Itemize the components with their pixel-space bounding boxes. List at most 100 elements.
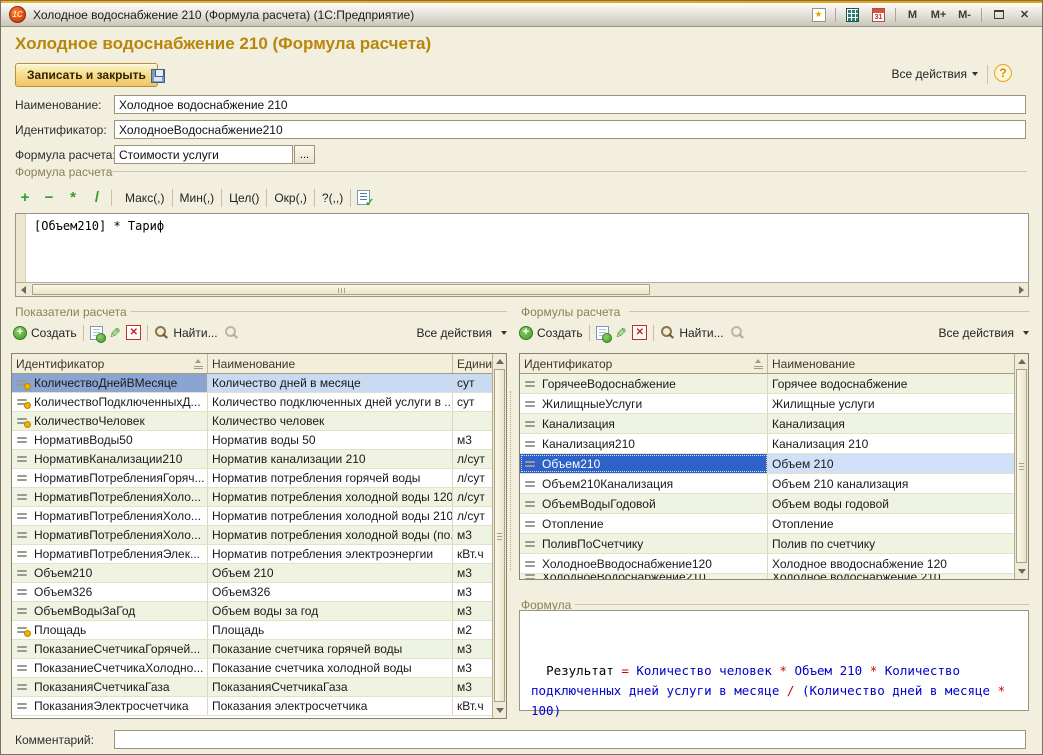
column-header-identifier[interactable]: Идентификатор xyxy=(520,354,768,373)
formula-type-input[interactable] xyxy=(114,145,293,164)
memory-m-button[interactable]: M xyxy=(903,6,922,24)
table-row[interactable]: Площадь Площадь м2 xyxy=(12,621,492,640)
find-button[interactable]: Найти... xyxy=(660,325,723,340)
panel-splitter[interactable] xyxy=(510,391,513,571)
name-input[interactable] xyxy=(114,95,1026,114)
scroll-down-arrow[interactable] xyxy=(493,704,506,717)
table-row[interactable]: Объем210 Объем 210 м3 xyxy=(12,564,492,583)
cell-name: Объем воды годовой xyxy=(768,494,1014,513)
function-button[interactable]: Цел() xyxy=(222,189,267,207)
column-header-unit[interactable]: Едини... xyxy=(453,354,492,373)
find-button[interactable]: Найти... xyxy=(154,325,217,340)
formula-type-more-button[interactable]: ... xyxy=(294,145,315,164)
scroll-left-arrow[interactable] xyxy=(16,283,30,296)
maximize-button[interactable] xyxy=(989,6,1008,24)
item-icon xyxy=(524,478,538,490)
calculator-button[interactable] xyxy=(843,6,862,24)
function-button[interactable]: ?(,,) xyxy=(315,189,351,207)
table-row[interactable]: НормативКанализации210 Норматив канализа… xyxy=(12,450,492,469)
table-row[interactable]: Объем210 Объем 210 xyxy=(520,454,1014,474)
edit-button[interactable]: ✎ xyxy=(615,326,627,340)
operator-button[interactable]: − xyxy=(41,189,57,206)
table-row[interactable]: ХолодноеВодоснабжение210 Холодное водосн… xyxy=(520,574,1014,579)
table-row[interactable]: Канализация Канализация xyxy=(520,414,1014,434)
table-row[interactable]: ЖилищныеУслуги Жилищные услуги xyxy=(520,394,1014,414)
function-button[interactable]: Мин(,) xyxy=(173,189,223,207)
formula-editor-text[interactable]: [Объем210] * Тариф xyxy=(34,219,164,233)
all-actions-button[interactable]: Все действия xyxy=(417,326,507,340)
table-row[interactable]: ПоказаниеСчетчикаХолодно... Показание сч… xyxy=(12,659,492,678)
scroll-thumb[interactable] xyxy=(494,369,505,702)
bookmark-button[interactable]: ★ xyxy=(809,6,828,24)
copy-button[interactable] xyxy=(90,326,103,340)
create-button[interactable]: +Создать xyxy=(13,326,77,340)
table-row[interactable]: ПоказаниеСчетчикаГорячей... Показание сч… xyxy=(12,640,492,659)
item-icon xyxy=(16,434,30,446)
table-row[interactable]: КоличествоЧеловек Количество человек xyxy=(12,412,492,431)
scroll-down-arrow[interactable] xyxy=(1015,565,1028,578)
table-row[interactable]: КоличествоДнейВМесяце Количество дней в … xyxy=(12,374,492,393)
column-header-name[interactable]: Наименование xyxy=(208,354,453,373)
save-button[interactable] xyxy=(147,65,169,86)
delete-button[interactable]: ✕ xyxy=(126,325,141,340)
table-row[interactable]: КоличествоПодключенныхД... Количество по… xyxy=(12,393,492,412)
scroll-up-arrow[interactable] xyxy=(493,355,506,368)
calendar-button[interactable]: 31 xyxy=(869,6,888,24)
table-row[interactable]: ПоливПоСчетчику Полив по счетчику xyxy=(520,534,1014,554)
comment-input[interactable] xyxy=(114,730,1026,749)
item-icon xyxy=(16,567,30,579)
operator-button[interactable]: * xyxy=(65,189,81,206)
table-row[interactable]: НормативПотребленияЭлек... Норматив потр… xyxy=(12,545,492,564)
create-button[interactable]: +Создать xyxy=(519,326,583,340)
table-row[interactable]: ХолодноеВводоснабжение120 Холодное вводо… xyxy=(520,554,1014,574)
identifier-input[interactable] xyxy=(114,120,1026,139)
operator-button[interactable]: + xyxy=(17,189,33,206)
find-label: Найти... xyxy=(173,326,217,340)
scroll-up-arrow[interactable] xyxy=(1015,355,1028,368)
table-row[interactable]: ОбъемВодыЗаГод Объем воды за год м3 xyxy=(12,602,492,621)
formula-editor[interactable]: [Объем210] * Тариф xyxy=(15,213,1029,297)
scroll-thumb[interactable] xyxy=(32,284,650,295)
identifier-text: Объем210Канализация xyxy=(542,477,673,491)
memory-m-plus-button[interactable]: M+ xyxy=(929,6,948,24)
operator-button[interactable]: / xyxy=(89,189,105,206)
table-row[interactable]: НормативВоды50 Норматив воды 50 м3 xyxy=(12,431,492,450)
table-row[interactable]: ПоказанияЭлектросчетчика Показания элект… xyxy=(12,697,492,716)
indicators-table-scrollbar[interactable] xyxy=(492,354,506,718)
cell-identifier: Канализация xyxy=(520,414,768,433)
delete-button[interactable]: ✕ xyxy=(632,325,647,340)
clear-find-button[interactable] xyxy=(224,325,239,340)
close-button[interactable]: ✕ xyxy=(1015,6,1034,24)
all-actions-button[interactable]: Все действия xyxy=(939,326,1029,340)
formulas-table-scrollbar[interactable] xyxy=(1014,354,1028,579)
table-row[interactable]: НормативПотребленияГоряч... Норматив пот… xyxy=(12,469,492,488)
help-button[interactable]: ? xyxy=(994,64,1012,82)
copy-button[interactable] xyxy=(596,326,609,340)
table-row[interactable]: НормативПотребленияХоло... Норматив потр… xyxy=(12,488,492,507)
edit-button[interactable]: ✎ xyxy=(109,326,121,340)
check-formula-button[interactable]: ✓ xyxy=(357,190,370,205)
cell-name: Количество подключенных дней услуги в ..… xyxy=(208,393,453,411)
table-row[interactable]: НормативПотребленияХоло... Норматив потр… xyxy=(12,507,492,526)
editor-horizontal-scrollbar[interactable] xyxy=(16,282,1028,296)
plus-icon: + xyxy=(13,326,27,340)
table-row[interactable]: НормативПотребленияХоло... Норматив потр… xyxy=(12,526,492,545)
table-row[interactable]: Канализация210 Канализация 210 xyxy=(520,434,1014,454)
scroll-track[interactable] xyxy=(30,283,1014,296)
table-row[interactable]: Отопление Отопление xyxy=(520,514,1014,534)
memory-m-minus-button[interactable]: M- xyxy=(955,6,974,24)
function-button[interactable]: Окр(,) xyxy=(267,189,315,207)
all-actions-button[interactable]: Все действия xyxy=(892,67,978,81)
clear-find-button[interactable] xyxy=(730,325,745,340)
table-row[interactable]: ПоказанияСчетчикаГаза ПоказанияСчетчикаГ… xyxy=(12,678,492,697)
scroll-thumb[interactable] xyxy=(1016,369,1027,563)
column-header-name[interactable]: Наименование xyxy=(768,354,1014,373)
scroll-right-arrow[interactable] xyxy=(1014,283,1028,296)
table-row[interactable]: ГорячееВодоснабжение Горячее водоснабжен… xyxy=(520,374,1014,394)
table-row[interactable]: ОбъемВодыГодовой Объем воды годовой xyxy=(520,494,1014,514)
save-and-close-button[interactable]: Записать и закрыть xyxy=(15,63,158,87)
column-header-identifier[interactable]: Идентификатор xyxy=(12,354,208,373)
table-row[interactable]: Объем326 Объем326 м3 xyxy=(12,583,492,602)
function-button[interactable]: Макс(,) xyxy=(118,189,173,207)
table-row[interactable]: Объем210Канализация Объем 210 канализаци… xyxy=(520,474,1014,494)
